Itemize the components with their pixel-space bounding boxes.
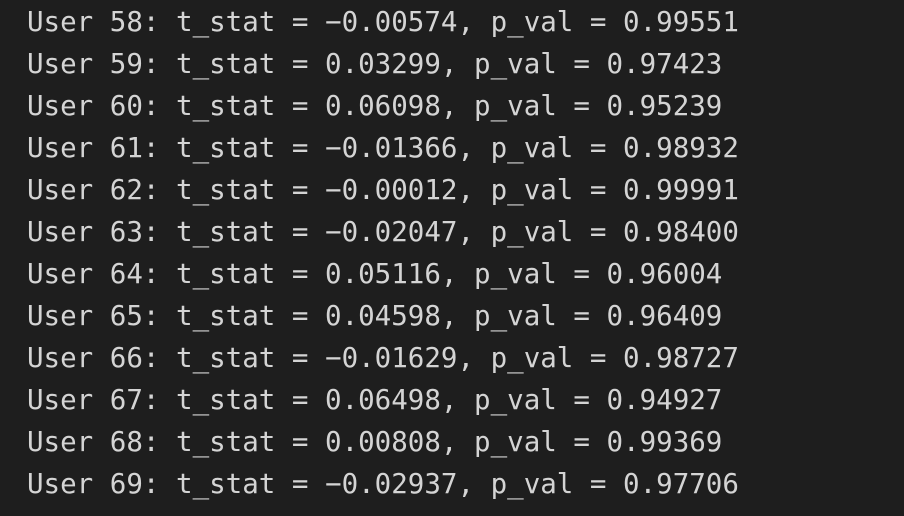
output-line: User 64: t_stat = 0.05116, p_val = 0.960… <box>27 258 723 290</box>
output-line: User 68: t_stat = 0.00808, p_val = 0.993… <box>27 426 723 458</box>
terminal-output: User 58: t_stat = −0.00574, p_val = 0.99… <box>0 0 904 516</box>
output-line: User 60: t_stat = 0.06098, p_val = 0.952… <box>27 90 723 122</box>
output-line: User 62: t_stat = −0.00012, p_val = 0.99… <box>27 174 739 206</box>
output-line: User 67: t_stat = 0.06498, p_val = 0.949… <box>27 384 723 416</box>
output-line: User 63: t_stat = −0.02047, p_val = 0.98… <box>27 216 739 248</box>
output-line: User 66: t_stat = −0.01629, p_val = 0.98… <box>27 342 739 374</box>
output-line: User 61: t_stat = −0.01366, p_val = 0.98… <box>27 132 739 164</box>
output-line: User 58: t_stat = −0.00574, p_val = 0.99… <box>27 6 739 38</box>
output-line: User 65: t_stat = 0.04598, p_val = 0.964… <box>27 300 723 332</box>
output-line: User 69: t_stat = −0.02937, p_val = 0.97… <box>27 468 739 500</box>
output-line: User 59: t_stat = 0.03299, p_val = 0.974… <box>27 48 723 80</box>
